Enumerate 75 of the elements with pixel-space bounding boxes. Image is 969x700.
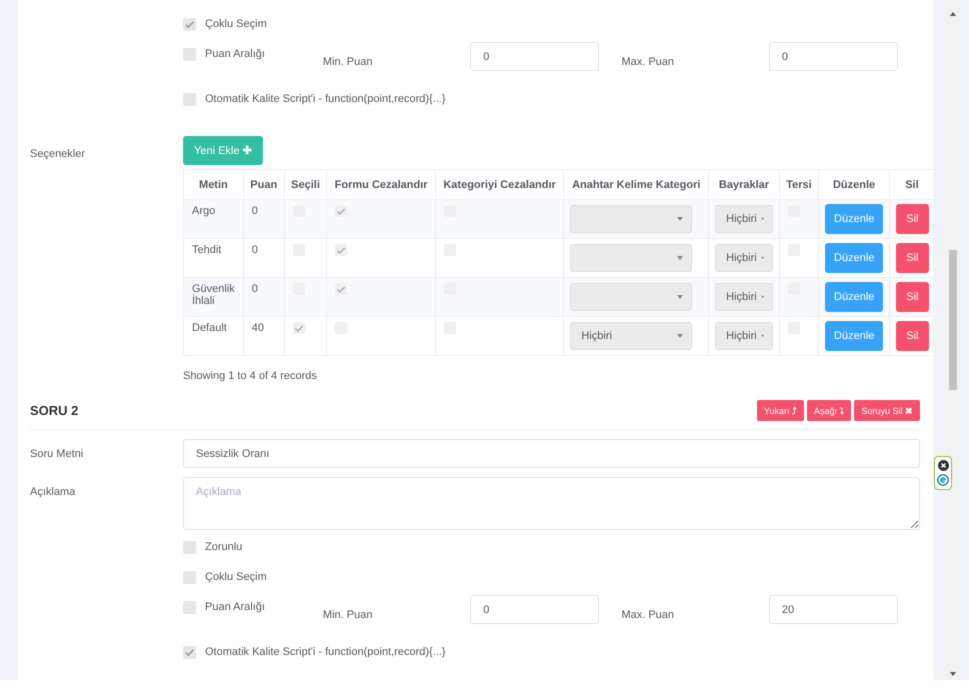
checkbox-label: Otomatik Kalite Script'i - function(point,record){...} [205,646,446,659]
max-label: Max. Puan [621,56,676,68]
table-cell: Argo [184,200,244,238]
min-label: Min. Puan [322,56,374,68]
records-info: Showing 1 to 4 of 4 records [183,370,318,382]
checkbox[interactable] [335,244,348,256]
max-label: Max. Puan [621,609,676,621]
checkbox[interactable] [292,322,305,334]
checkbox[interactable] [183,646,196,659]
delete-button[interactable]: Sil [896,204,929,234]
caret-icon [677,217,684,221]
flags-dropdown[interactable]: Hiçbiri [715,244,774,272]
min-field[interactable]: 0 [470,42,600,71]
widget-icons[interactable] [934,456,952,490]
edit-button[interactable]: Düzenle [825,204,884,234]
column-header: Metin [184,170,244,200]
caret-icon [760,256,764,260]
checkbox[interactable] [183,601,196,614]
table-cell: 0 [243,200,284,238]
scrollbar[interactable] [945,0,961,680]
table-cell: 40 [243,316,284,356]
scroll-down-icon[interactable] [950,672,956,676]
field-label: Soru Metni [30,447,84,462]
checkbox-label: Puan Aralığı [205,601,266,614]
checkbox[interactable] [183,93,196,106]
question-action-button[interactable]: Aşağı ⤵ [806,400,852,421]
scroll-up-icon[interactable] [950,12,956,16]
caret-icon [760,217,764,221]
caret-icon [760,334,764,338]
category-dropdown[interactable] [570,283,692,311]
table-cell: 0 [243,278,284,316]
question-action-button[interactable]: Yukarı ⤴ [756,400,804,421]
column-header: Kategoriyi Cezalandır [435,170,564,200]
add-button[interactable]: Yeni Ekle ✚ [183,136,263,165]
checkbox-label: Zorunlu [205,541,242,554]
flags-dropdown[interactable]: Hiçbiri [715,205,774,233]
max-field[interactable]: 20 [768,595,898,624]
max-field[interactable]: 0 [768,42,898,71]
caret-icon [677,256,684,260]
edit-button[interactable]: Düzenle [825,282,884,312]
checkbox-label: Çoklu Seçim [205,571,267,584]
flags-dropdown[interactable]: Hiçbiri [715,283,774,311]
edit-button[interactable]: Düzenle [825,243,884,273]
question-action-button[interactable]: Soruyu Sil ✖ [854,400,920,421]
delete-button[interactable]: Sil [896,321,929,351]
delete-button[interactable]: Sil [896,282,929,312]
checkbox-label: Puan Aralığı [205,48,266,61]
description-field[interactable]: Açıklama [183,477,920,530]
min-label: Min. Puan [322,609,374,621]
category-dropdown[interactable]: Hiçbiri [570,322,692,350]
question-title: SORU 2 [30,403,78,418]
field-label: Açıklama [30,485,76,500]
checkbox-label: Çoklu Seçim [205,18,267,31]
scroll-thumb[interactable] [949,250,957,390]
checkbox-label: Otomatik Kalite Script'i - function(point,record){...} [205,93,446,106]
min-field[interactable]: 0 [470,595,600,624]
question-text-field[interactable]: Sessizlik Oranı [183,439,920,468]
checkbox[interactable] [335,283,348,295]
checkbox[interactable] [183,541,196,554]
checkbox[interactable] [183,571,196,584]
caret-icon [677,295,684,299]
field-label: Seçenekler [30,147,86,162]
delete-button[interactable]: Sil [896,243,929,273]
table-cell: Default [184,316,244,356]
checkbox[interactable] [183,18,196,31]
category-dropdown[interactable] [570,244,692,272]
caret-icon [677,334,684,338]
checkbox[interactable] [183,48,196,61]
edit-button[interactable]: Düzenle [825,321,884,351]
checkbox[interactable] [335,205,348,217]
caret-icon [760,295,764,299]
table-cell: Güvenlik İhlali [184,278,244,316]
column-header: Anahtar Kelime Kategori [564,170,709,200]
category-dropdown[interactable] [570,205,692,233]
flags-dropdown[interactable]: Hiçbiri [715,322,774,350]
